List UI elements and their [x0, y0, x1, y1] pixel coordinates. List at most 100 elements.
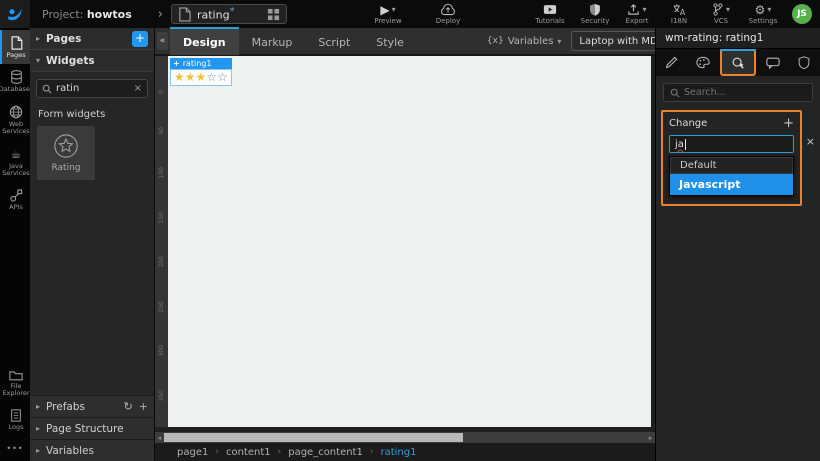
page-file-icon	[178, 6, 191, 22]
project-name[interactable]: Project: howtos	[42, 8, 132, 21]
i18n-button[interactable]: A I18N	[662, 3, 696, 25]
more-options-icon[interactable]: •••	[0, 436, 30, 461]
security-button[interactable]: Security	[578, 3, 612, 25]
export-button[interactable]: ▾ Export	[620, 3, 654, 25]
variables-section-header[interactable]: ▸ Variables	[30, 439, 154, 461]
chevron-down-icon: ▾	[642, 5, 647, 14]
rating-star-icon	[53, 133, 79, 159]
prefabs-section-header[interactable]: ▸ Prefabs ↻ +	[30, 395, 154, 417]
user-avatar[interactable]: JS	[792, 4, 812, 24]
folder-icon	[9, 369, 23, 381]
tab-security[interactable]	[788, 49, 820, 76]
branch-icon	[712, 3, 724, 16]
tab-events[interactable]	[720, 49, 756, 76]
run-actions: ▶ ▾ Preview Deploy Tutorials	[371, 3, 567, 26]
rating-stars[interactable]: ★★★☆☆	[170, 69, 232, 86]
tab-design[interactable]: Design	[170, 27, 239, 55]
breadcrumb-sep-icon: ›	[215, 447, 219, 457]
canvas-ruler: 0 50 100 150 200 250 300 350	[155, 56, 168, 427]
deploy-button[interactable]: Deploy	[431, 3, 465, 25]
coffee-icon: ☕	[10, 146, 22, 161]
settings-button[interactable]: ⚙ ▾ Settings	[746, 3, 780, 26]
scroll-left-icon[interactable]: ◂	[155, 434, 164, 442]
shield-icon	[589, 3, 601, 16]
breadcrumb-rating1[interactable]: rating1	[380, 447, 416, 458]
remove-event-icon[interactable]: ×	[806, 135, 815, 148]
text-caret	[684, 138, 686, 150]
rail-item-web-services[interactable]: Web Services	[0, 99, 30, 141]
event-action-input[interactable]: ja	[669, 135, 794, 153]
scrollbar-track[interactable]	[164, 433, 646, 442]
horizontal-scrollbar[interactable]: ◂ ▸	[155, 432, 655, 443]
rail-item-databases[interactable]: Databases	[0, 64, 33, 98]
page-name-input[interactable]: rating*	[170, 4, 287, 24]
widget-selection-tag[interactable]: + rating1	[170, 58, 232, 69]
breadcrumb-page1[interactable]: page1	[177, 447, 208, 458]
rail-item-file-explorer[interactable]: File Explorer	[0, 363, 30, 403]
tab-properties[interactable]	[656, 49, 688, 76]
editor-tab-bar: « Design Markup Script Style {x} Variabl…	[155, 27, 820, 56]
breadcrumb-page-content1[interactable]: page_content1	[288, 447, 363, 458]
left-panel-spacer	[30, 180, 154, 395]
pages-section-header[interactable]: ▸ Pages +	[30, 28, 154, 50]
widgets-section-header[interactable]: ▾ Widgets	[30, 50, 154, 72]
top-bar: Project: howtos › rating* ▶ ▾ Preview Dep…	[0, 0, 820, 28]
page-switcher-grid-icon[interactable]	[267, 8, 280, 21]
tab-styles[interactable]	[688, 49, 720, 76]
tab-messages[interactable]	[757, 49, 789, 76]
preview-button[interactable]: ▶ ▾ Preview	[371, 3, 405, 26]
tab-style[interactable]: Style	[363, 27, 417, 55]
property-search-box[interactable]	[663, 83, 813, 102]
chevron-down-icon: ▾	[725, 5, 730, 14]
widget-name-label: rating1	[182, 59, 212, 68]
page-structure-section-header[interactable]: ▸ Page Structure	[30, 417, 154, 439]
dropdown-option-default[interactable]: Default	[670, 157, 793, 174]
clear-search-icon[interactable]: ×	[134, 83, 142, 94]
widget-search-box[interactable]: ×	[36, 79, 148, 98]
rating-widget-card[interactable]: Rating	[37, 126, 95, 180]
tab-script[interactable]: Script	[305, 27, 363, 55]
tab-markup[interactable]: Markup	[239, 27, 306, 55]
svg-text:A: A	[680, 8, 686, 16]
dropdown-option-javascript[interactable]: Javascript	[670, 174, 793, 195]
add-prefab-icon[interactable]: +	[139, 400, 148, 413]
page-name-text: rating	[196, 8, 230, 22]
property-search-input[interactable]	[684, 87, 806, 98]
global-actions: Security ▾ Export A I18N ▾ VCS ⚙ ▾ Setti…	[578, 3, 820, 25]
rail-item-java-services[interactable]: ☕ Java Services	[0, 141, 30, 183]
rail-item-apis[interactable]: APIs	[0, 183, 30, 216]
variables-button[interactable]: {x} Variables ▾	[487, 36, 562, 47]
export-up-icon	[627, 3, 640, 16]
pages-icon	[10, 36, 23, 50]
star-filled-icon: ★	[174, 70, 185, 84]
shield-outline-icon	[798, 56, 810, 69]
wavemaker-studio: Project: howtos › rating* ▶ ▾ Preview Dep…	[0, 0, 820, 461]
logs-icon	[10, 408, 22, 422]
scroll-right-icon[interactable]: ▸	[646, 434, 655, 442]
chevron-down-icon: ▾	[767, 5, 772, 14]
triangle-right-icon: ▸	[36, 402, 41, 411]
selected-rating-widget[interactable]: + rating1 ★★★☆☆	[170, 58, 232, 86]
triangle-right-icon: ▸	[36, 424, 41, 433]
database-icon	[10, 70, 23, 85]
breadcrumb-content1[interactable]: content1	[226, 447, 271, 458]
design-canvas[interactable]: + rating1 ★★★☆☆	[168, 56, 655, 427]
add-page-button[interactable]: +	[132, 30, 148, 47]
search-icon	[42, 84, 52, 94]
left-panel: ▸ Pages + ▾ Widgets × Form widgets	[30, 28, 155, 461]
element-breadcrumb: page1 › content1 › page_content1 › ratin…	[155, 443, 655, 461]
scrollbar-thumb[interactable]	[164, 433, 463, 442]
tutorials-button[interactable]: Tutorials	[533, 3, 567, 25]
widget-search-input[interactable]	[56, 83, 130, 94]
collapse-left-panel-button[interactable]: «	[157, 32, 168, 50]
add-event-action-icon[interactable]: +	[783, 117, 794, 130]
widget-search-wrap: ×	[30, 72, 154, 105]
rail-item-pages[interactable]: Pages	[0, 30, 30, 65]
move-handle-icon[interactable]: +	[173, 59, 180, 68]
cursor-click-icon	[731, 56, 745, 70]
rail-item-logs[interactable]: Logs	[0, 403, 30, 436]
left-rail: Pages Databases Web Services ☕ Java Serv…	[0, 28, 33, 461]
refresh-icon[interactable]: ↻	[124, 400, 133, 413]
vcs-button[interactable]: ▾ VCS	[704, 3, 738, 25]
app-logo[interactable]	[0, 0, 30, 28]
